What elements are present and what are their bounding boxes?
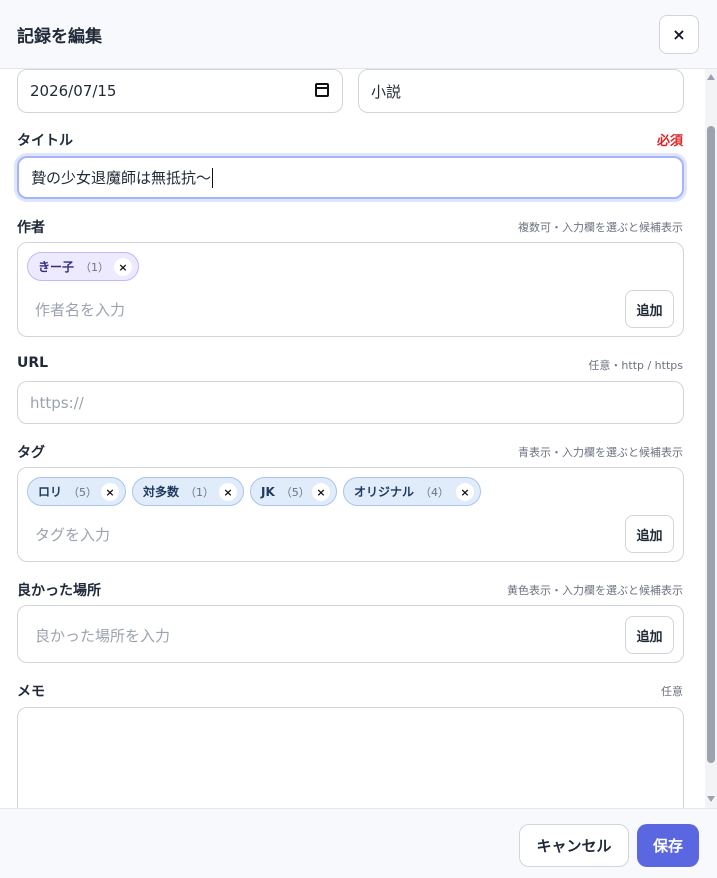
chip-label: JK bbox=[261, 484, 275, 499]
required-badge: 必須 bbox=[656, 134, 683, 149]
url-hint: 任意・http / https bbox=[588, 359, 683, 372]
add-author-button[interactable]: 追加 bbox=[625, 290, 674, 328]
good-places-hint: 黄色表示・入力欄を選ぶと候補表示 bbox=[507, 584, 683, 597]
chip-count: （1） bbox=[80, 260, 110, 274]
author-input[interactable]: 作者名を入力 bbox=[35, 299, 125, 320]
form-body: 2026/07/15 小説 タイトル 必須 贄の少女退魔師は無抵抗〜 作者 複数… bbox=[0, 69, 705, 808]
author-hint: 複数可・入力欄を選ぶと候補表示 bbox=[518, 221, 683, 234]
chip-label: ロリ bbox=[38, 485, 63, 499]
url-placeholder: https:// bbox=[30, 393, 84, 412]
good-places-label: 良かった場所 bbox=[17, 583, 101, 599]
chip-count: （5） bbox=[280, 485, 310, 499]
chip-count: （5） bbox=[68, 485, 98, 499]
remove-chip-icon[interactable]: × bbox=[312, 483, 330, 501]
author-chip: きー子 （1） × bbox=[27, 252, 139, 281]
tag-chip: 対多数 （1） × bbox=[132, 477, 244, 506]
dialog-footer: キャンセル 保存 bbox=[0, 808, 717, 878]
close-button[interactable]: × bbox=[659, 15, 699, 54]
save-button[interactable]: 保存 bbox=[637, 824, 699, 867]
scrollbar[interactable] bbox=[705, 69, 717, 808]
category-value: 小説 bbox=[371, 82, 402, 101]
chip-count: （1） bbox=[185, 485, 215, 499]
chip-count: （4） bbox=[420, 485, 450, 499]
scroll-up-icon[interactable] bbox=[707, 74, 715, 80]
good-places-input[interactable]: 良かった場所を入力 bbox=[35, 625, 170, 646]
title-label: タイトル bbox=[17, 133, 73, 149]
tag-chip: オリジナル （4） × bbox=[343, 477, 481, 506]
memo-label: メモ bbox=[17, 684, 45, 700]
tag-chip: ロリ （5） × bbox=[27, 477, 126, 506]
scroll-down-icon[interactable] bbox=[707, 796, 715, 802]
category-select[interactable]: 小説 bbox=[358, 69, 684, 113]
title-input[interactable]: 贄の少女退魔師は無抵抗〜 bbox=[17, 156, 684, 199]
scroll-thumb[interactable] bbox=[707, 126, 715, 763]
chip-label: オリジナル bbox=[354, 485, 415, 499]
calendar-icon[interactable] bbox=[315, 83, 329, 97]
remove-chip-icon[interactable]: × bbox=[456, 483, 474, 501]
dialog-header: 記録を編集 × bbox=[0, 0, 717, 69]
tag-chip: JK （5） × bbox=[250, 477, 337, 506]
good-places-box: 良かった場所を入力 追加 bbox=[17, 605, 684, 663]
tags-box: ロリ （5） × 対多数 （1） × JK （5） × オリジナル （4） × … bbox=[17, 467, 684, 562]
chip-label: 対多数 bbox=[143, 485, 180, 499]
url-label: URL bbox=[17, 355, 49, 371]
add-tag-button[interactable]: 追加 bbox=[625, 515, 674, 553]
memo-hint: 任意 bbox=[661, 685, 683, 698]
text-caret bbox=[212, 167, 214, 188]
url-input[interactable]: https:// bbox=[17, 381, 684, 424]
remove-chip-icon[interactable]: × bbox=[219, 483, 237, 501]
author-label: 作者 bbox=[17, 220, 45, 236]
cancel-button[interactable]: キャンセル bbox=[519, 824, 629, 867]
date-input[interactable]: 2026/07/15 bbox=[17, 69, 343, 113]
title-value: 贄の少女退魔師は無抵抗〜 bbox=[31, 169, 212, 187]
memo-textarea[interactable] bbox=[17, 707, 684, 808]
remove-chip-icon[interactable]: × bbox=[114, 258, 132, 276]
tag-input[interactable]: タグを入力 bbox=[35, 524, 110, 545]
dialog-title: 記録を編集 bbox=[17, 27, 102, 47]
add-good-place-button[interactable]: 追加 bbox=[625, 616, 674, 654]
date-value: 2026/07/15 bbox=[30, 82, 117, 100]
chip-label: きー子 bbox=[38, 260, 75, 274]
tags-hint: 青表示・入力欄を選ぶと候補表示 bbox=[518, 446, 683, 459]
tags-label: タグ bbox=[17, 445, 45, 461]
remove-chip-icon[interactable]: × bbox=[101, 483, 119, 501]
author-box: きー子 （1） × 作者名を入力 追加 bbox=[17, 242, 684, 337]
close-icon: × bbox=[672, 25, 686, 44]
